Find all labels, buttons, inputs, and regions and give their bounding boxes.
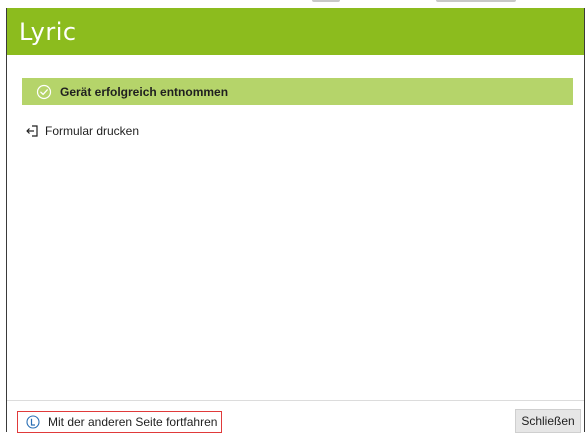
background-text-fragment xyxy=(436,0,516,2)
success-message: Gerät erfolgreich entnommen xyxy=(60,84,229,99)
print-arrow-icon xyxy=(26,124,40,138)
background-window-edge xyxy=(0,0,587,8)
l-circle-icon xyxy=(26,415,40,429)
close-button[interactable]: Schließen xyxy=(515,409,581,433)
check-circle-icon xyxy=(36,84,52,100)
background-text-fragment xyxy=(312,0,340,2)
print-form-link[interactable]: Formular drucken xyxy=(26,124,139,138)
app-header: Lyric xyxy=(7,8,584,55)
success-notification: Gerät erfolgreich entnommen xyxy=(22,78,573,105)
print-form-label: Formular drucken xyxy=(45,124,140,138)
footer-divider xyxy=(7,400,584,401)
continue-other-side-label: Mit der anderen Seite fortfahren xyxy=(48,415,218,429)
app-logo: Lyric xyxy=(19,18,77,46)
continue-other-side-button[interactable]: Mit der anderen Seite fortfahren xyxy=(17,411,222,433)
dialog-window: Lyric Gerät erfolgreich entnommen Formul… xyxy=(6,8,585,433)
